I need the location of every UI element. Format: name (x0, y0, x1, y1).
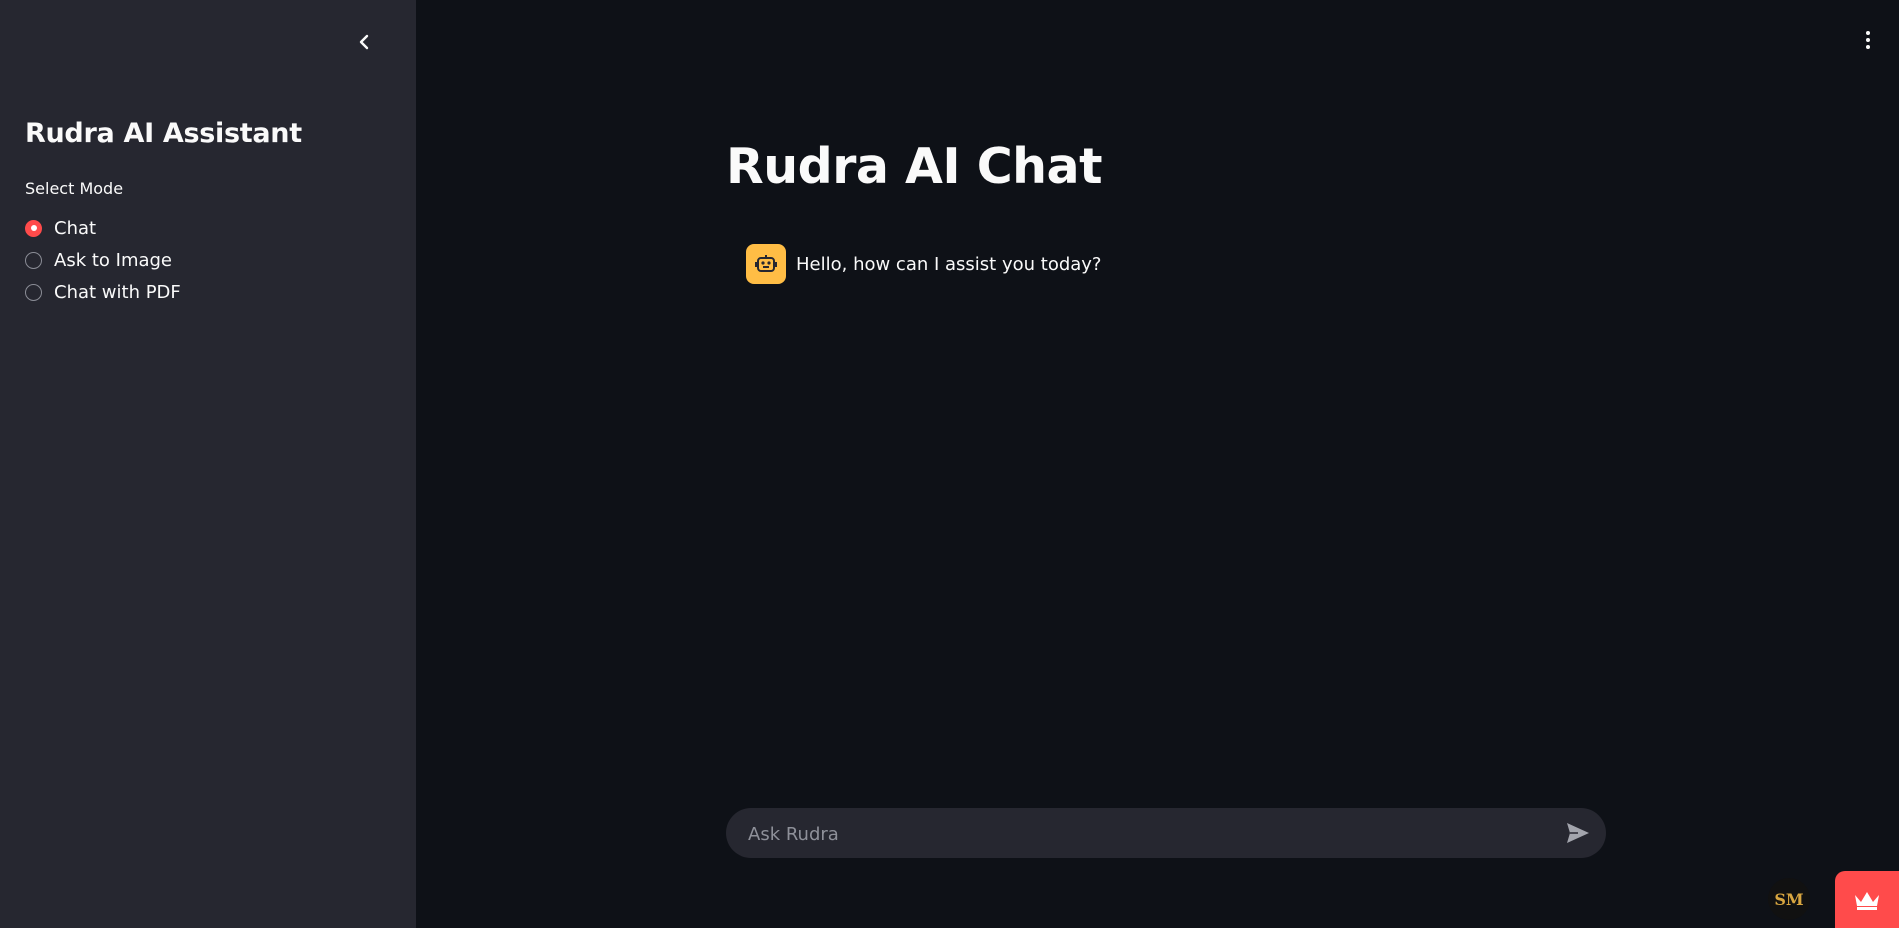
assistant-message: Hello, how can I assist you today? (746, 244, 1102, 284)
radio-unselected[interactable] (25, 251, 42, 269)
mode-option-label: Chat (54, 217, 97, 239)
robot-icon (755, 255, 777, 272)
mode-select-label: Select Mode (25, 179, 124, 198)
message-text: Hello, how can I assist you today? (796, 253, 1102, 275)
sidebar: Rudra AI Assistant Select Mode Chat Ask … (0, 0, 416, 928)
badge-text: SM (1774, 889, 1804, 909)
dot (1866, 45, 1870, 49)
deploy-button[interactable] (1835, 871, 1899, 928)
mode-option-chat[interactable]: Chat (25, 212, 181, 244)
chevron-left-icon (359, 34, 369, 50)
dot (1866, 38, 1870, 42)
page-title: Rudra AI Chat (726, 138, 1103, 195)
assistant-avatar (746, 244, 786, 284)
mode-radio-group: Chat Ask to Image Chat with PDF (25, 212, 181, 308)
sidebar-title: Rudra AI Assistant (25, 118, 302, 149)
mode-option-label: Ask to Image (54, 249, 173, 271)
chat-input-container (726, 808, 1606, 860)
mode-option-label: Chat with PDF (54, 281, 181, 303)
mode-option-chat-with-pdf[interactable]: Chat with PDF (25, 276, 181, 308)
send-button[interactable] (1564, 819, 1592, 847)
send-icon (1567, 823, 1589, 843)
crown-icon (1855, 891, 1879, 910)
collapse-sidebar-button[interactable] (350, 28, 378, 56)
user-avatar-badge[interactable]: SM (1768, 878, 1810, 920)
radio-selected[interactable] (25, 219, 42, 237)
chat-input[interactable] (746, 808, 1530, 860)
vertical-dots-icon (1866, 31, 1870, 35)
main-menu-button[interactable] (1856, 26, 1880, 54)
radio-unselected[interactable] (25, 283, 42, 301)
mode-option-ask-to-image[interactable]: Ask to Image (25, 244, 181, 276)
